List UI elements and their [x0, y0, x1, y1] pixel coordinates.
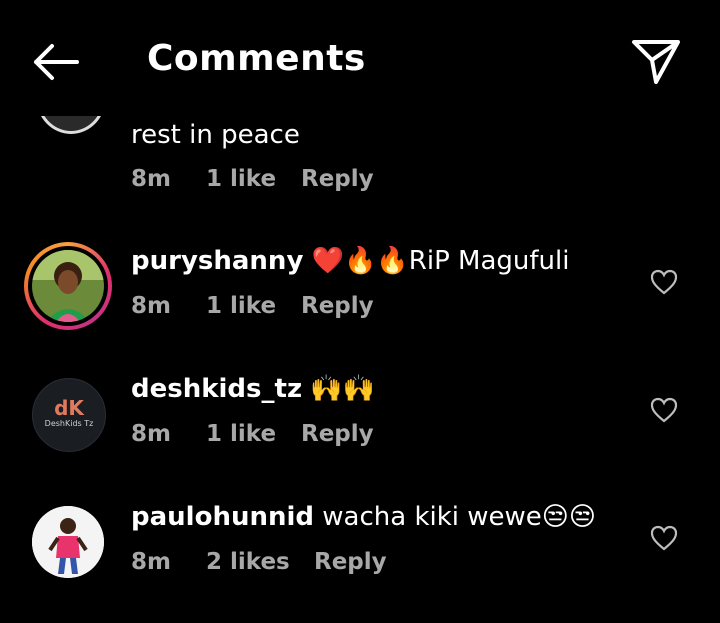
svg-text:dK: dK [54, 396, 85, 420]
page-title: Comments [147, 38, 366, 79]
comment-username[interactable]: deshkids_tz [131, 374, 302, 404]
comment-text: paulohunnid wacha kiki wewe😒😒 [131, 502, 596, 532]
comment-time: 8m [131, 421, 171, 447]
avatar[interactable] [32, 506, 104, 578]
avatar-image [32, 506, 104, 578]
comments-screen: Comments rest in peace 8m 1 like Reply p… [0, 0, 720, 623]
comment-body: wacha kiki wewe😒😒 [322, 502, 597, 532]
comment-time: 8m [131, 293, 171, 319]
header: Comments [0, 0, 720, 120]
comment-username[interactable]: puryshanny [131, 246, 303, 276]
comment-body: 🙌🙌 [310, 374, 376, 404]
heart-icon [650, 397, 678, 423]
avatar[interactable]: dK DeshKids Tz [32, 378, 106, 452]
comment-body: ❤️🔥🔥RiP Magufuli [311, 246, 570, 276]
like-count[interactable]: 1 like [206, 421, 276, 447]
avatar-logo-text: DeshKids Tz [44, 419, 94, 428]
heart-icon [650, 269, 678, 295]
comment-text: deshkids_tz 🙌🙌 [131, 374, 375, 404]
back-button[interactable] [30, 40, 82, 84]
heart-icon [650, 525, 678, 551]
like-count[interactable]: 1 like [206, 293, 276, 319]
reply-button[interactable]: Reply [301, 166, 374, 192]
avatar-image [32, 250, 104, 322]
reply-button[interactable]: Reply [301, 421, 374, 447]
arrow-left-icon [34, 44, 79, 80]
comment-username[interactable]: paulohunnid [131, 502, 314, 532]
like-button[interactable] [650, 397, 678, 423]
comment-time: 8m [131, 166, 171, 192]
share-button[interactable] [628, 36, 684, 88]
like-count[interactable]: 1 like [206, 166, 276, 192]
avatar-image: dK [54, 396, 85, 420]
like-button[interactable] [650, 525, 678, 551]
avatar[interactable] [32, 250, 104, 322]
paper-plane-icon [632, 40, 680, 84]
reply-button[interactable]: Reply [301, 293, 374, 319]
comment-text: puryshanny ❤️🔥🔥RiP Magufuli [131, 246, 569, 276]
like-button[interactable] [650, 269, 678, 295]
comment-text: rest in peace [131, 120, 300, 150]
comment-time: 8m [131, 549, 171, 575]
reply-button[interactable]: Reply [314, 549, 387, 575]
like-count[interactable]: 2 likes [206, 549, 290, 575]
